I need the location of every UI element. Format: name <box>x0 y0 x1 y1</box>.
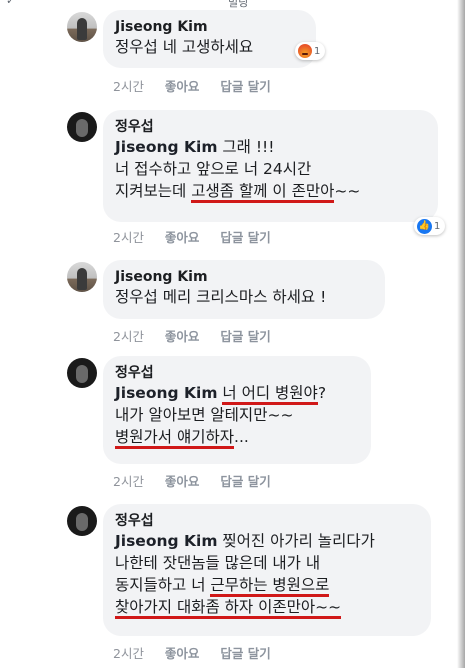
comment-text-line: 지켜보는데 고생좀 할께 이 존만아~~ <box>115 180 426 203</box>
text-segment: 정우섭 네 고생하세요 <box>115 38 254 56</box>
avatar[interactable] <box>67 506 97 536</box>
reaction-count: 1 <box>434 220 441 232</box>
comment-text-line: 내가 알아보면 알테지만~~ <box>115 404 359 426</box>
text-segment: 찢어진 아가리 놀리다가 <box>217 532 375 550</box>
reaction-badge[interactable]: 1 <box>295 42 326 60</box>
like-button[interactable]: 좋아요 <box>165 76 200 95</box>
comment-time[interactable]: 2시간 <box>113 643 144 662</box>
underlined-phrase: 찾아가지 대화좀 하자 이존만아~~ <box>115 598 342 619</box>
text-segment: 지켜보는데 <box>115 182 192 200</box>
mention-tag[interactable]: Jiseong Kim <box>115 532 217 550</box>
comment-bubble: 정우섭 Jiseong Kim 찢어진 아가리 놀리다가나한테 잣댄놈들 많은데… <box>103 504 431 636</box>
comment-text-line: Jiseong Kim 그래 !!! <box>115 136 426 158</box>
comment-text-line: 찾아가지 대화좀 하자 이존만아~~ <box>115 596 419 619</box>
angry-emoji-icon <box>298 44 312 58</box>
comment-author[interactable]: 정우섭 <box>115 512 419 530</box>
comment-author[interactable]: Jiseong Kim <box>115 18 304 36</box>
comment-time[interactable]: 2시간 <box>113 326 144 345</box>
comment-text: Jiseong Kim 너 어디 병원야? 내가 알아보면 알테지만~~ 병원가서 … <box>115 382 359 449</box>
comment-text-line: 나한테 잣댄놈들 많은데 내가 내 <box>115 552 419 574</box>
text-segment: 나한테 잣댄놈들 많은데 내가 내 <box>115 554 321 572</box>
reply-button[interactable]: 답글 달기 <box>220 326 270 345</box>
comment-text: 정우섭 네 고생하세요 <box>115 36 304 58</box>
comment-text-line: 병원가서 얘기하자... <box>115 426 359 449</box>
text-segment: 내가 알아보면 알테지만~~ <box>115 406 294 424</box>
underlined-phrase: 너 어디 병원야 <box>222 384 318 405</box>
like-button[interactable]: 좋아요 <box>165 471 200 490</box>
avatar[interactable] <box>67 112 97 142</box>
underlined-phrase: 근무하는 병원으로 <box>210 576 330 597</box>
cropped-text: 빌딩 <box>228 0 249 9</box>
reply-button[interactable]: 답글 달기 <box>220 76 270 95</box>
reaction-count: 1 <box>314 45 321 57</box>
comment-actions: 2시간 좋아요 답글 달기 <box>113 643 271 662</box>
underlined-phrase: 고생좀 할께 이 존만아 <box>191 182 335 203</box>
comment-actions: 2시간 좋아요 답글 달기 <box>113 227 271 246</box>
comment-bubble: Jiseong Kim 정우섭 네 고생하세요 <box>103 10 316 68</box>
comment-author[interactable]: 정우섭 <box>115 364 359 382</box>
mention-tag[interactable]: Jiseong Kim <box>115 138 217 156</box>
text-segment: 동지들하고 너 <box>115 576 211 594</box>
text-segment: 그래 !!! <box>217 138 275 156</box>
avatar[interactable] <box>67 262 97 292</box>
comment-text-line: Jiseong Kim 너 어디 병원야? <box>115 382 359 405</box>
comment-text-line: 동지들하고 너 근무하는 병원으로 <box>115 574 419 597</box>
avatar[interactable] <box>67 358 97 388</box>
comment-text: Jiseong Kim 찢어진 아가리 놀리다가나한테 잣댄놈들 많은데 내가 … <box>115 530 419 619</box>
like-button[interactable]: 좋아요 <box>165 643 200 662</box>
scroll-edge-shadow <box>457 0 465 668</box>
text-segment: 너 접수하고 앞으로 너 24시간 <box>115 160 312 178</box>
comment-text: 정우섭 메리 크리스마스 하세요 ! <box>115 286 373 308</box>
comment-bubble: 정우섭 Jiseong Kim 그래 !!! 너 접수하고 앞으로 너 24시간지… <box>103 110 438 222</box>
comment-text-line: Jiseong Kim 찢어진 아가리 놀리다가 <box>115 530 419 552</box>
check-icon: ✓ <box>6 0 16 7</box>
text-segment: 정우섭 메리 크리스마스 하세요 ! <box>115 288 327 306</box>
text-segment: ... <box>234 428 249 446</box>
avatar[interactable] <box>67 12 97 42</box>
reaction-badge[interactable]: 👍 1 <box>414 217 446 235</box>
comment-text-line: 정우섭 네 고생하세요 <box>115 36 304 58</box>
text-segment: ? <box>317 384 327 402</box>
top-cropped-row: ✓ 빌딩 <box>0 0 465 9</box>
comment-text-line: 너 접수하고 앞으로 너 24시간 <box>115 158 426 180</box>
comment-time[interactable]: 2시간 <box>113 76 144 95</box>
comment-actions: 2시간 좋아요 답글 달기 <box>113 471 271 490</box>
comment-actions: 2시간 좋아요 답글 달기 <box>113 326 271 345</box>
text-segment: ~~ <box>334 182 361 200</box>
comment-time[interactable]: 2시간 <box>113 227 144 246</box>
comment-text: Jiseong Kim 그래 !!! 너 접수하고 앞으로 너 24시간지켜보는데… <box>115 136 426 203</box>
reply-button[interactable]: 답글 달기 <box>220 227 270 246</box>
reply-button[interactable]: 답글 달기 <box>220 643 270 662</box>
comment-actions: 2시간 좋아요 답글 달기 <box>113 76 271 95</box>
like-emoji-icon: 👍 <box>417 218 432 234</box>
mention-tag[interactable]: Jiseong Kim <box>115 384 217 402</box>
comment-text-line: 정우섭 메리 크리스마스 하세요 ! <box>115 286 373 308</box>
underlined-phrase: 병원가서 얘기하자 <box>115 428 235 449</box>
reply-button[interactable]: 답글 달기 <box>220 471 270 490</box>
comment-time[interactable]: 2시간 <box>113 471 144 490</box>
comment-author[interactable]: 정우섭 <box>115 118 426 136</box>
like-button[interactable]: 좋아요 <box>165 326 200 345</box>
comment-bubble: Jiseong Kim 정우섭 메리 크리스마스 하세요 ! <box>103 260 385 319</box>
like-button[interactable]: 좋아요 <box>165 227 200 246</box>
comment-bubble: 정우섭 Jiseong Kim 너 어디 병원야? 내가 알아보면 알테지만~~ 병… <box>103 356 371 464</box>
comment-author[interactable]: Jiseong Kim <box>115 268 373 286</box>
